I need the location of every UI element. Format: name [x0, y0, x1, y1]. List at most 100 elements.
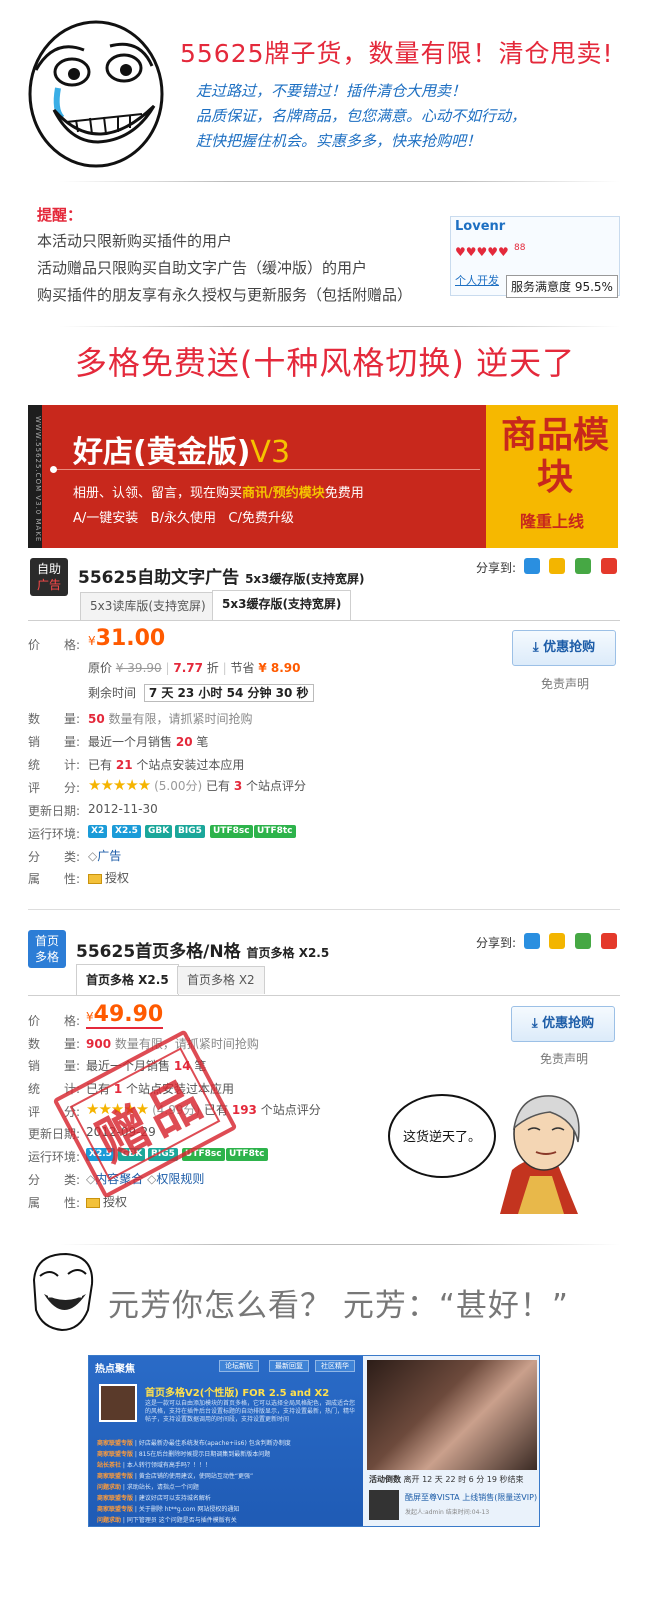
currency-symbol: ¥	[88, 634, 96, 648]
preview-mini-thumb	[369, 1490, 399, 1520]
environment-label: 运行环境:	[28, 1150, 81, 1164]
share-weibo-icon[interactable]	[601, 558, 617, 574]
price-value: 49.90	[93, 1002, 164, 1027]
env-tag: BIG5	[175, 825, 205, 838]
tab-read-version[interactable]: 5x3读库版(支持宽屏)	[80, 592, 216, 620]
notice-line-1: 本活动只限新购买插件的用户	[37, 232, 233, 250]
star-rating-icon: ★★★★★	[88, 776, 151, 794]
license-icon	[86, 1197, 100, 1208]
remaining-time: 剩余时间 7 天 23 小时 54 分钟 30 秒	[88, 684, 314, 702]
preview-item-text: 求助站长，请指点一个问题	[126, 1484, 199, 1491]
preview-feature-title: 首页多格V2(个性版) FOR 2.5 and X2	[145, 1388, 330, 1399]
share-qzone-icon[interactable]	[524, 933, 540, 949]
preview-list-item: 商家联盟专版 | 关于删除 ht**g.com 网站授权的通知	[97, 1506, 240, 1513]
share-qzone-icon[interactable]	[524, 558, 540, 574]
banner-title-version: V3	[250, 435, 291, 470]
product-title[interactable]: 55625首页多格/N格 首页多格 X2.5	[76, 937, 329, 962]
product-title[interactable]: 55625自助文字广告 5x3缓存版(支持宽屏)	[78, 563, 365, 588]
env-tag: UTF8tc	[226, 1148, 268, 1161]
stats-value: 已有 21 个站点安装过本应用	[88, 756, 244, 773]
share-weibo-icon[interactable]	[601, 933, 617, 949]
quantity-value: 50 数量有限，请抓紧时间抢购	[88, 710, 253, 727]
notice-line-2: 活动赠品只限购买自助文字广告（缓冲版）的用户	[37, 259, 368, 277]
product-icon-bottom: 多格	[34, 950, 59, 964]
preview-item-text: 建议好店可以支持城名解析	[138, 1495, 211, 1502]
preview-item-tag: 商家联盟专版	[97, 1506, 134, 1513]
laughing-face-illustration	[32, 1252, 94, 1332]
promo-banner[interactable]: WWW.55625.COM V3.0 MAKE 好店(黄金版)V3 相册、认领、…	[28, 405, 618, 548]
attribute-label: 属 性:	[28, 872, 81, 886]
environment-label: 运行环境:	[28, 827, 81, 841]
promo-title: 55625牌子货，数量有限！清仓甩卖!	[180, 39, 614, 68]
original-price-label: 原价	[88, 661, 113, 675]
price-breakdown: 原价 ¥ 39.90 | 7.77 折 | 节省 ¥ 8.90	[88, 661, 301, 675]
share-clover-icon[interactable]	[575, 933, 591, 949]
preview-list-item: 站长茶社 | 本人转行领域有高手吗？！！！	[97, 1462, 211, 1469]
category-label: 分 类:	[28, 1173, 81, 1187]
product-subtitle: 首页多格 X2.5	[246, 946, 330, 960]
quantity-number: 900	[86, 1037, 112, 1051]
quantity-note: 数量有限，请抓紧时间抢购	[108, 712, 253, 726]
rating-prefix: 已有	[206, 779, 231, 793]
share-label: 分享到:	[476, 936, 517, 950]
sales-number: 20	[175, 735, 193, 749]
preview-mini-title: 酷屏至尊VISTA 上线销售(限量送VIP)	[405, 1493, 538, 1502]
preview-list-item: 问题求助 | 同下管理员 这个问题是否与插件模版有关	[97, 1517, 237, 1524]
env-tag: GBK	[145, 825, 173, 838]
preview-countdown: 活动倒数 离开 12 天 22 时 6 分 19 秒结束	[369, 1474, 524, 1485]
attribute-label: 属 性:	[28, 1196, 81, 1210]
preview-item-text: 好店最新办最佳系统发布(apache+iis6) 包含判断办制度	[138, 1440, 291, 1447]
share-clover-icon[interactable]	[575, 558, 591, 574]
share-star-icon[interactable]	[549, 933, 565, 949]
preview-feature-desc: 这是一款可以自由添加模块的首页多格，它可以选择全局风格配色，调成适合您的风格，支…	[145, 1400, 356, 1423]
preview-item-tag: 商家联盟专版	[97, 1495, 134, 1502]
personal-developer-link[interactable]: 个人开发	[455, 272, 499, 288]
discount-unit: 折	[206, 661, 219, 675]
tab-underline	[28, 995, 620, 996]
buy-now-button[interactable]: ⤓ 优惠抢购	[512, 630, 616, 666]
buy-button-label: 优惠抢购	[542, 1016, 595, 1031]
product-title-text: 55625自助文字广告	[78, 568, 240, 588]
share-star-icon[interactable]	[549, 558, 565, 574]
preview-item-tag: 商家联盟专版	[97, 1451, 134, 1458]
banner-right-title: 商品模块	[500, 415, 609, 498]
buy-button-label: 优惠抢购	[543, 640, 596, 655]
tab-homepage-x25[interactable]: 首页多格 X2.5	[76, 964, 179, 995]
rage-face-illustration	[28, 20, 164, 168]
rating-value: ★★★★★ (5.00分) 已有 3 个站点评分	[88, 776, 306, 794]
product-icon-top: 首页	[34, 934, 59, 948]
reputation-count: 88	[514, 243, 526, 253]
divider	[28, 909, 620, 910]
tab-cache-version[interactable]: 5x3缓存版(支持宽屏)	[212, 590, 352, 620]
disclaimer-link[interactable]: 免责声明	[541, 675, 589, 692]
rating-suffix: 个站点评分	[260, 1103, 321, 1117]
preview-item-text: 黄金店铺的使用建议，使网站互动性“更强”	[138, 1473, 254, 1480]
preview-item-tag: 问题求助	[97, 1484, 122, 1491]
disclaimer-link[interactable]: 免责声明	[540, 1050, 588, 1067]
preview-mini-meta: 发起人:admin 结束时间:04-13	[405, 1509, 490, 1516]
banner-right-panel: 商品模块 隆重上线	[486, 405, 618, 548]
category-link[interactable]: 权限规则	[156, 1172, 204, 1186]
category-link[interactable]: ◇广告	[88, 847, 121, 864]
banner-rule	[50, 469, 480, 470]
rating-count: 193	[231, 1103, 257, 1117]
gift-stamp: 赠品	[52, 1029, 238, 1199]
preview-photo	[367, 1360, 537, 1470]
banner-description: 相册、认领、留言，现在购买商讯/预约模块免费用	[73, 482, 364, 501]
save-label: 节省	[230, 661, 255, 675]
product-title-text: 55625首页多格/N格	[76, 942, 241, 962]
original-price: ¥ 39.90	[115, 661, 162, 675]
shop-name[interactable]: Lovenr	[455, 219, 505, 234]
tab-homepage-x2[interactable]: 首页多格 X2	[177, 966, 265, 994]
rating-count: 3	[233, 779, 243, 793]
product-icon: 自助 广告	[30, 558, 68, 596]
promo-line-1: 走过路过，不要错过！插件清仓大甩卖！	[196, 82, 467, 100]
updated-date: 2012-11-30	[88, 802, 158, 816]
product-icon-bottom: 广告	[36, 578, 61, 592]
quantity-label: 数 量:	[28, 1037, 81, 1051]
preview-tab: 论坛新帖	[219, 1360, 259, 1372]
preview-item-tag: 商家联盟专版	[97, 1473, 134, 1480]
buy-now-button[interactable]: ⤓ 优惠抢购	[511, 1006, 615, 1042]
preview-item-text: 815在后台删除时候提示日期调集到最新版本问题	[138, 1451, 271, 1458]
preview-list-item: 问题求助 | 求助站长，请指点一个问题	[97, 1484, 199, 1491]
